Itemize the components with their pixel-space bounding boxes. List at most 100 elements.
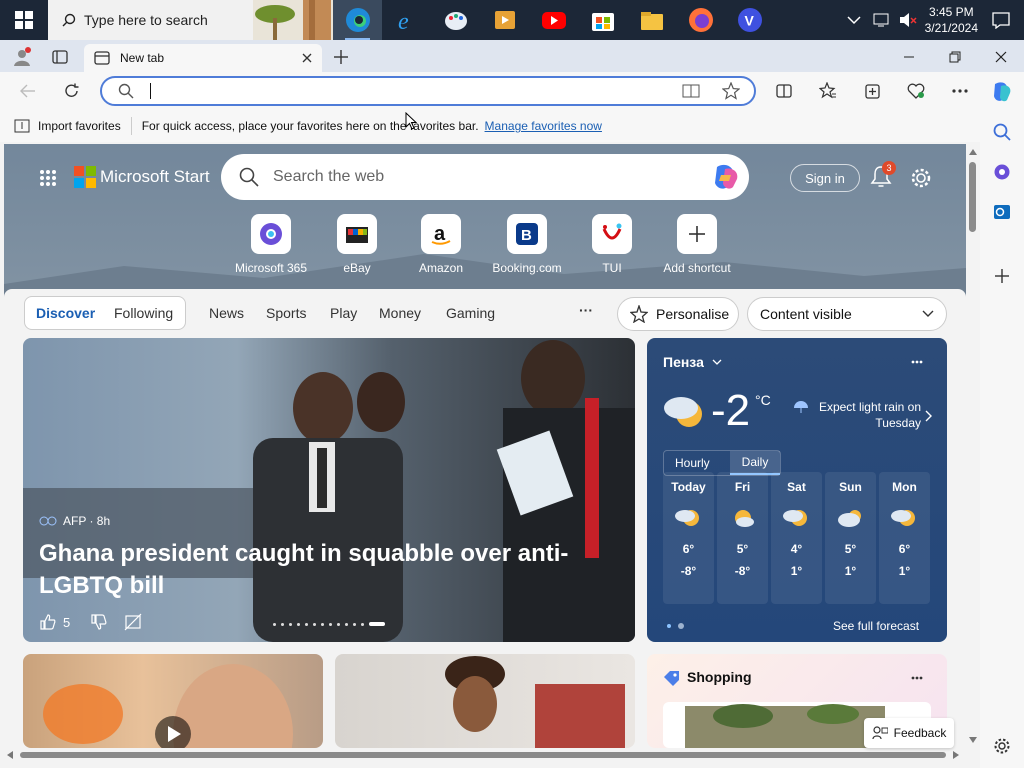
web-search-box[interactable]: Search the web (221, 154, 749, 200)
sign-in-button[interactable]: Sign in (790, 164, 860, 192)
profile-button[interactable] (10, 46, 34, 68)
browser-essentials-button[interactable] (904, 80, 928, 102)
shortcut-ebay[interactable]: eBay (312, 214, 402, 275)
weather-card[interactable]: Пенза -2 °C Expect light rain on Tuesday… (647, 338, 947, 642)
taskbar-v-app[interactable]: V (725, 0, 774, 40)
tab-title: New tab (120, 51, 165, 65)
split-screen-button[interactable] (772, 80, 796, 102)
sidebar-settings-button[interactable] (990, 734, 1014, 758)
restore-button[interactable] (944, 46, 966, 68)
minimize-button[interactable] (898, 46, 920, 68)
hero-headline[interactable]: Ghana president caught in squabble over … (39, 538, 629, 602)
personalise-button[interactable]: Personalise (617, 297, 739, 331)
shortcut-microsoft-365[interactable]: Microsoft 365 (226, 214, 316, 275)
tab-discover[interactable]: Discover (36, 305, 95, 321)
close-tab-icon[interactable] (302, 53, 312, 63)
hide-story-icon[interactable] (124, 613, 142, 631)
scroll-thumb[interactable] (20, 752, 946, 758)
tab-new-tab[interactable]: New tab (84, 44, 322, 72)
scroll-up-arrow-icon[interactable] (968, 148, 978, 156)
favorites-button[interactable] (816, 80, 840, 102)
taskbar-file-explorer[interactable] (627, 0, 676, 40)
tab-hourly[interactable]: Hourly (675, 456, 710, 470)
refresh-button[interactable] (60, 80, 84, 102)
nav-money[interactable]: Money (379, 305, 421, 321)
pager-dot[interactable] (678, 623, 684, 629)
taskbar-firefox[interactable] (676, 0, 725, 40)
thumbs-down-icon[interactable] (90, 613, 108, 631)
thumbs-up-icon[interactable] (39, 613, 57, 631)
nav-gaming[interactable]: Gaming (446, 305, 495, 321)
taskbar-search[interactable]: Type here to search (48, 0, 333, 40)
shortcut-tui[interactable]: TUI (567, 214, 657, 275)
sidebar-search-button[interactable] (990, 120, 1014, 144)
taskbar-store[interactable] (578, 0, 627, 40)
taskbar-ie[interactable]: e (382, 0, 431, 40)
tab-actions-button[interactable] (48, 46, 72, 68)
forecast-day[interactable]: Today 6° -8° (663, 472, 714, 604)
plus-icon (689, 226, 705, 242)
horizontal-scrollbar[interactable] (4, 748, 980, 762)
favorite-star-icon[interactable] (722, 82, 740, 100)
taskbar-paint[interactable] (431, 0, 480, 40)
page-settings-button[interactable] (909, 166, 933, 190)
settings-more-button[interactable] (948, 80, 972, 102)
collections-button[interactable] (860, 80, 884, 102)
clock[interactable]: 3:45 PM 3/21/2024 (925, 4, 978, 36)
news-card[interactable] (335, 654, 635, 748)
shortcut-booking[interactable]: B Booking.com (482, 214, 572, 275)
forecast-day[interactable]: Fri 5° -8° (717, 472, 768, 604)
notifications-button[interactable]: 3 (870, 161, 896, 190)
import-favorites-button[interactable]: Import favorites (38, 119, 121, 133)
scroll-right-arrow-icon[interactable] (952, 750, 960, 760)
forecast-day[interactable]: Sun 5° 1° (825, 472, 876, 604)
vertical-scrollbar[interactable] (966, 144, 980, 748)
shortcut-add[interactable]: Add shortcut (652, 214, 742, 275)
new-tab-button[interactable] (330, 46, 352, 68)
carousel-indicator[interactable] (273, 622, 385, 626)
taskbar-youtube[interactable] (529, 0, 578, 40)
shopping-more-icon[interactable] (911, 676, 923, 680)
forecast-day[interactable]: Mon 6° 1° (879, 472, 930, 604)
scroll-thumb[interactable] (969, 162, 976, 232)
sidebar-add-button[interactable] (990, 264, 1014, 288)
network-icon[interactable] (873, 13, 891, 27)
brand[interactable]: Microsoft Start (74, 166, 210, 188)
chevron-up-icon[interactable] (847, 15, 861, 25)
taskbar-video-editor[interactable] (480, 0, 529, 40)
tab-following[interactable]: Following (114, 305, 173, 321)
scroll-left-arrow-icon[interactable] (6, 750, 14, 760)
pager-dot-active[interactable] (667, 624, 671, 628)
weather-alert[interactable]: Expect light rain on Tuesday (809, 399, 921, 431)
nav-more-button[interactable]: ··· (579, 302, 593, 318)
content-visibility-select[interactable]: Content visible (747, 297, 947, 331)
nav-news[interactable]: News (209, 305, 244, 321)
sidebar-outlook-button[interactable] (990, 200, 1014, 224)
scroll-down-arrow-icon[interactable] (968, 736, 978, 744)
chevron-right-icon[interactable] (925, 410, 933, 422)
manage-favorites-link[interactable]: Manage favorites now (485, 119, 602, 133)
back-button[interactable] (16, 80, 40, 102)
shortcut-amazon[interactable]: a Amazon (396, 214, 486, 275)
apps-launcher-button[interactable] (38, 168, 58, 188)
forecast-day[interactable]: Sat 4° 1° (771, 472, 822, 604)
volume-muted-icon[interactable] (899, 12, 917, 28)
close-window-button[interactable] (990, 46, 1012, 68)
hero-news-card[interactable]: AFP · 8h Ghana president caught in squab… (23, 338, 635, 642)
taskbar-edge[interactable] (333, 0, 382, 40)
start-button[interactable] (0, 0, 48, 40)
copilot-sidebar-button[interactable] (990, 80, 1014, 104)
feedback-button[interactable]: Feedback (864, 718, 954, 748)
immersive-reader-icon[interactable] (682, 83, 700, 99)
see-full-forecast-link[interactable]: See full forecast (833, 619, 919, 633)
notifications-icon[interactable] (992, 11, 1010, 29)
weather-more-icon[interactable] (911, 360, 923, 364)
copilot-icon[interactable] (711, 163, 741, 191)
video-news-card[interactable] (23, 654, 323, 748)
weather-location[interactable]: Пенза (663, 354, 722, 370)
nav-play[interactable]: Play (330, 305, 357, 321)
hero-source[interactable]: AFP · 8h (39, 514, 110, 528)
sidebar-m365-button[interactable] (990, 160, 1014, 184)
address-bar[interactable] (100, 76, 756, 106)
nav-sports[interactable]: Sports (266, 305, 306, 321)
